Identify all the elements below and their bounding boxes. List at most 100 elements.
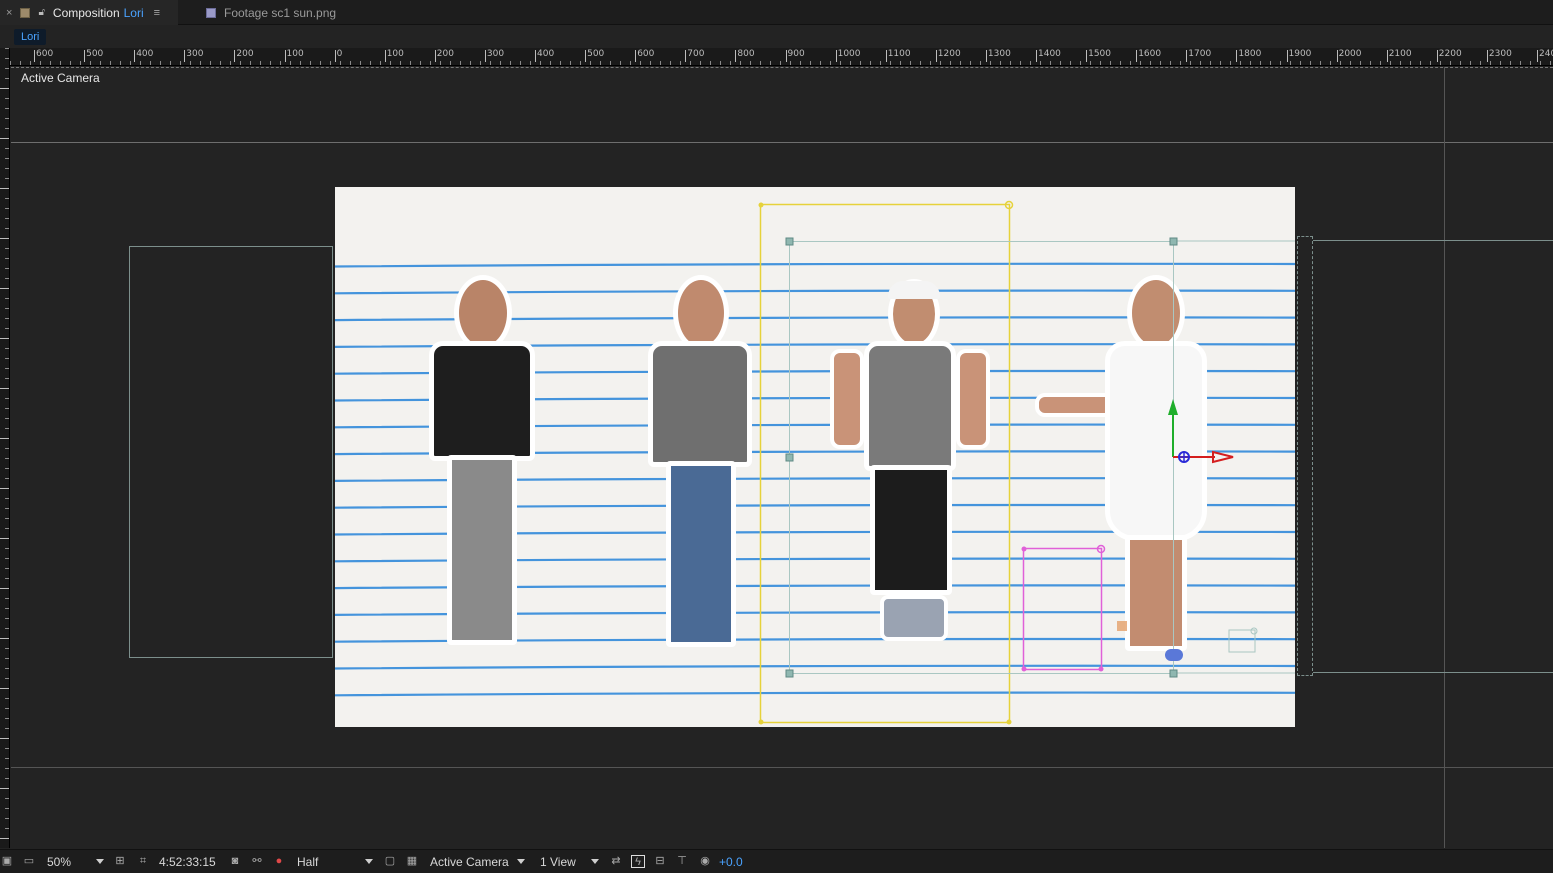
fit-frame-icon[interactable]: ⊞ <box>113 855 127 868</box>
horizontal-ruler[interactable]: 600 500 400 300 200 100 0 100 200 300 400 500 600 700… <box>10 48 1553 66</box>
region-of-interest-icon[interactable]: ⌗ <box>136 855 150 868</box>
teal-handle-bl <box>785 669 794 678</box>
timeline-icon[interactable]: ⊟ <box>653 855 667 868</box>
ruler-minor-tick <box>1270 61 1271 65</box>
fast-draft-icon[interactable]: ϟ <box>631 855 645 868</box>
ruler-minor-tick <box>1180 61 1181 65</box>
ruler-minor-tick <box>1170 61 1171 65</box>
ruler-minor-tick <box>1150 61 1151 65</box>
composition-viewer[interactable]: Active Camera <box>11 67 1553 848</box>
channel-color-icon[interactable]: ● <box>272 855 286 868</box>
resolution-dropdown[interactable]: Half <box>297 855 318 869</box>
ruler-minor-tick <box>60 61 61 65</box>
guide-line-horizontal-top[interactable] <box>11 142 1553 143</box>
view-layout-dropdown[interactable]: 1 View <box>540 855 576 869</box>
ruler-minor-tick <box>1260 61 1261 65</box>
light-layer-bounds-pink <box>1022 547 1103 671</box>
ruler-minor-tick <box>330 61 331 65</box>
ruler-tick-label: 900 <box>785 50 805 62</box>
ruler-minor-tick <box>1050 61 1051 65</box>
panel-menu-icon[interactable]: ≡ <box>154 7 160 19</box>
ruler-minor-tick <box>320 61 321 65</box>
ruler-minor-tick <box>620 61 621 65</box>
ruler-minor-tick <box>560 61 561 65</box>
camera-dropdown-caret-icon[interactable] <box>517 859 525 864</box>
null-object-handle <box>1250 627 1258 635</box>
camera-icon[interactable] <box>1165 649 1183 661</box>
yellow-handle-bottom-left <box>758 719 764 725</box>
ruler-minor-tick <box>5 678 9 679</box>
ruler-minor-tick <box>1020 61 1021 65</box>
ruler-minor-tick <box>5 68 9 69</box>
ruler-minor-tick <box>970 61 971 65</box>
ruler-major-tick <box>0 688 9 689</box>
ruler-minor-tick <box>1030 61 1031 65</box>
ruler-minor-tick <box>5 618 9 619</box>
zoom-level-dropdown[interactable]: 50% <box>47 855 71 869</box>
ruler-minor-tick <box>5 448 9 449</box>
tab-prefix-label: Composition <box>52 5 120 20</box>
tab-composition-lori[interactable]: × 🔓︎ Composition Lori ≡ <box>0 0 178 25</box>
ruler-tick-label: 200 <box>434 50 454 62</box>
ruler-minor-tick <box>600 61 601 65</box>
exposure-value[interactable]: +0.0 <box>719 855 743 869</box>
flowchart-icon[interactable]: ⊤ <box>675 855 689 868</box>
ruler-minor-tick <box>960 61 961 65</box>
ruler-minor-tick <box>20 61 21 65</box>
ruler-minor-tick <box>830 61 831 65</box>
3d-transform-gizmo[interactable] <box>1155 397 1275 487</box>
ruler-minor-tick <box>1350 61 1351 65</box>
guide-line-horizontal-bottom[interactable] <box>11 767 1553 768</box>
ruler-minor-tick <box>1090 61 1091 65</box>
ruler-minor-tick <box>580 61 581 65</box>
current-time-display[interactable]: 4:52:33:15 <box>159 855 216 869</box>
breadcrumb-lori[interactable]: Lori <box>14 29 47 45</box>
fast-preview-icon[interactable]: ▢ <box>383 855 397 868</box>
tab-footage[interactable]: Footage sc1 sun.png <box>190 0 360 25</box>
ruler-minor-tick <box>5 148 9 149</box>
ruler-minor-tick <box>840 61 841 65</box>
ruler-minor-tick <box>5 358 9 359</box>
ruler-minor-tick <box>440 61 441 65</box>
ruler-major-tick <box>0 88 9 89</box>
null-object-small-bounds <box>1228 629 1256 653</box>
vertical-ruler[interactable] <box>0 48 10 848</box>
ruler-minor-tick <box>1280 61 1281 65</box>
ruler-minor-tick <box>5 178 9 179</box>
ruler-minor-tick <box>1130 61 1131 65</box>
offscreen-layer-bounds-right[interactable] <box>1297 236 1313 676</box>
ruler-minor-tick <box>160 61 161 65</box>
ruler-minor-tick <box>400 61 401 65</box>
ruler-major-tick <box>0 638 9 639</box>
lock-icon[interactable]: 🔓︎ <box>38 7 44 18</box>
ruler-minor-tick <box>900 61 901 65</box>
ruler-minor-tick <box>5 828 9 829</box>
camera-view-dropdown[interactable]: Active Camera <box>430 855 509 869</box>
transparency-grid-icon[interactable]: ▦ <box>405 855 419 868</box>
after-effects-composition-panel: × 🔓︎ Composition Lori ≡ Footage sc1 sun.… <box>0 0 1553 873</box>
close-tab-icon[interactable]: × <box>6 7 12 19</box>
resolution-dropdown-caret-icon[interactable] <box>365 859 373 864</box>
ruler-minor-tick <box>870 61 871 65</box>
offscreen-layer-line-right-bottom <box>1313 672 1553 673</box>
show-snapshot-icon[interactable]: ⚯ <box>250 855 264 868</box>
composition-frame[interactable] <box>335 187 1295 727</box>
ruler-minor-tick <box>5 98 9 99</box>
ruler-minor-tick <box>5 268 9 269</box>
ruler-minor-tick <box>930 61 931 65</box>
ruler-minor-tick <box>500 61 501 65</box>
view-layout-caret-icon[interactable] <box>591 859 599 864</box>
ruler-minor-tick <box>1240 61 1241 65</box>
ruler-minor-tick <box>1210 61 1211 65</box>
reset-exposure-icon[interactable]: ◉ <box>698 855 712 868</box>
offscreen-layer-bounds-left[interactable] <box>129 246 333 658</box>
snapshot-camera-icon[interactable]: ◙ <box>228 855 242 868</box>
always-preview-icon[interactable]: ▣ <box>0 855 14 868</box>
guide-line-vertical-right[interactable] <box>1444 67 1445 848</box>
monitor-icon[interactable]: ▭ <box>22 855 36 868</box>
ruler-minor-tick <box>850 61 851 65</box>
ruler-minor-tick <box>550 61 551 65</box>
ruler-major-tick <box>0 388 9 389</box>
zoom-dropdown-caret-icon[interactable] <box>96 859 104 864</box>
toggle-pixel-aspect-icon[interactable]: ⇄ <box>609 855 623 868</box>
